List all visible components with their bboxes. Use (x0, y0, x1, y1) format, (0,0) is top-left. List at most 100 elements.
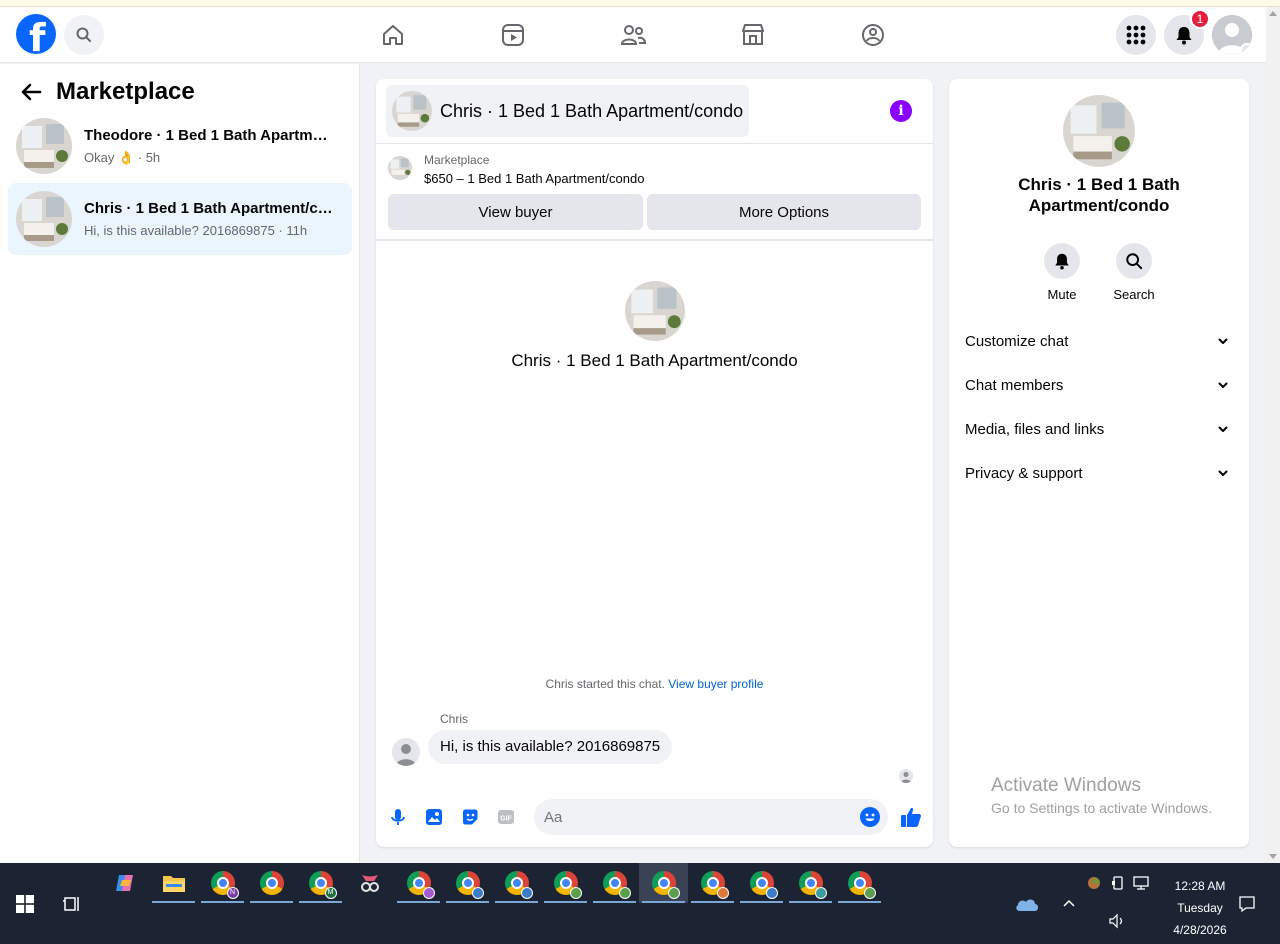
tab-reels[interactable] (453, 7, 573, 63)
tab-friends[interactable] (573, 7, 693, 63)
task-view-icon[interactable] (62, 894, 82, 914)
windows-taskbar: N M 12:28 AM Tuesday 4/28/2026 (0, 863, 1280, 944)
chrome-profile-app[interactable]: N (198, 863, 247, 903)
message-input[interactable] (534, 799, 888, 835)
message-composer: GIF (376, 797, 933, 837)
browser-top-strip (0, 0, 1280, 7)
tab-groups[interactable] (813, 7, 933, 63)
tray-app-icon[interactable] (1086, 875, 1102, 891)
network-icon[interactable] (1132, 875, 1150, 891)
sidebar-header: Marketplace (16, 74, 195, 110)
clock-date: 4/28/2026 (1173, 923, 1227, 937)
chat-header[interactable]: Chris · 1 Bed 1 Bath Apartment/condo (386, 85, 750, 137)
copilot-icon (115, 875, 133, 891)
chrome-profile-app[interactable] (394, 863, 443, 903)
privacy-support-section[interactable]: Privacy & support (965, 451, 1233, 495)
chrome-profile-app[interactable] (835, 863, 884, 903)
file-explorer-app[interactable] (149, 863, 198, 903)
windows-start-icon[interactable] (16, 895, 34, 913)
running-indicator (152, 901, 195, 903)
back-button[interactable] (16, 77, 46, 107)
chevron-up-icon[interactable] (1062, 897, 1076, 909)
view-buyer-profile-link[interactable]: View buyer profile (668, 677, 763, 691)
account-button[interactable] (1212, 15, 1252, 55)
more-options-button[interactable]: More Options (647, 194, 921, 230)
listing-summary[interactable]: Marketplace $650 – 1 Bed 1 Bath Apartmen… (388, 153, 644, 186)
emoji-button[interactable] (860, 807, 880, 827)
chat-intro: Chris · 1 Bed 1 Bath Apartment/condo (376, 281, 933, 371)
mute-button[interactable] (1044, 243, 1080, 279)
profile-badge: N (226, 887, 239, 899)
menu-button[interactable] (1116, 15, 1156, 55)
scroll-up-icon[interactable] (1269, 11, 1277, 16)
media-files-links-section[interactable]: Media, files and links (965, 407, 1233, 451)
listing-thumbnail (392, 91, 432, 131)
gif-icon[interactable]: GIF (496, 807, 516, 827)
chrome-profile-app[interactable] (688, 863, 737, 903)
taskbar-apps: N M (100, 863, 884, 903)
profile-badge (716, 887, 729, 899)
listing-thumbnail (624, 281, 685, 341)
running-indicator (593, 901, 636, 903)
profile-badge (814, 887, 827, 899)
chrome-icon (259, 871, 284, 895)
notification-center-icon[interactable] (1238, 895, 1256, 913)
snipping-tool-app[interactable] (345, 863, 394, 903)
divider (376, 143, 933, 144)
profile-badge (863, 887, 876, 899)
chrome-icon (798, 871, 827, 899)
chrome-profile-app[interactable] (492, 863, 541, 903)
running-indicator (201, 901, 244, 903)
thumbs-up-icon[interactable] (900, 806, 922, 828)
tab-home[interactable] (333, 7, 453, 63)
search-button[interactable] (1116, 243, 1152, 279)
chat-members-section[interactable]: Chat members (965, 363, 1233, 407)
chrome-icon (553, 871, 582, 899)
sender-avatar[interactable] (392, 738, 420, 766)
search-action[interactable]: Search (1099, 243, 1169, 302)
taskbar-clock[interactable]: 12:28 AM Tuesday 4/28/2026 (1160, 875, 1240, 941)
chrome-profile-app-active[interactable] (639, 863, 688, 903)
info-icon[interactable]: i (890, 100, 912, 122)
conversation-item-active[interactable]: Chris · 1 Bed 1 Bath Apartment/condo Hi,… (8, 183, 352, 255)
speaker-icon[interactable] (1108, 913, 1126, 929)
chevron-down-icon (1218, 338, 1228, 344)
tab-marketplace[interactable] (693, 7, 813, 63)
chrome-profile-app[interactable]: M (296, 863, 345, 903)
onedrive-cloud-icon[interactable] (1014, 895, 1040, 913)
search-button[interactable] (64, 15, 104, 55)
chrome-profile-app[interactable] (443, 863, 492, 903)
running-indicator (642, 901, 685, 903)
running-indicator (740, 901, 783, 903)
view-buyer-button[interactable]: View buyer (388, 194, 643, 230)
running-indicator (691, 901, 734, 903)
chrome-profile-app[interactable] (541, 863, 590, 903)
mute-action[interactable]: Mute (1027, 243, 1097, 302)
copilot-app[interactable] (100, 863, 149, 903)
microphone-icon[interactable] (388, 807, 408, 827)
photo-icon[interactable] (424, 807, 444, 827)
notifications-button[interactable]: 1 (1164, 9, 1210, 55)
running-indicator (299, 901, 342, 903)
conversation-title: Theodore · 1 Bed 1 Bath Apartment/condo (84, 126, 334, 144)
customize-chat-section[interactable]: Customize chat (965, 319, 1233, 363)
chrome-icon (700, 871, 729, 899)
system-tray: 12:28 AM Tuesday 4/28/2026 (1010, 863, 1280, 944)
chrome-profile-app[interactable] (590, 863, 639, 903)
page-scrollbar[interactable] (1266, 7, 1280, 863)
chrome-app[interactable] (247, 863, 296, 903)
message-bubble[interactable]: Hi, is this available? 2016869875 (428, 730, 673, 764)
reels-icon (502, 24, 524, 46)
scroll-down-icon[interactable] (1269, 854, 1277, 859)
chrome-profile-app[interactable] (786, 863, 835, 903)
conversation-item[interactable]: Theodore · 1 Bed 1 Bath Apartment/condo … (8, 110, 352, 182)
facebook-logo[interactable]: f (16, 14, 56, 60)
chrome-icon (504, 871, 533, 899)
section-label: Chat members (965, 376, 1064, 394)
chrome-profile-app[interactable] (737, 863, 786, 903)
running-indicator (544, 901, 587, 903)
device-icon[interactable] (1110, 875, 1126, 891)
chevron-down-icon (1240, 43, 1252, 55)
profile-badge (471, 887, 484, 899)
sticker-icon[interactable] (460, 807, 480, 827)
